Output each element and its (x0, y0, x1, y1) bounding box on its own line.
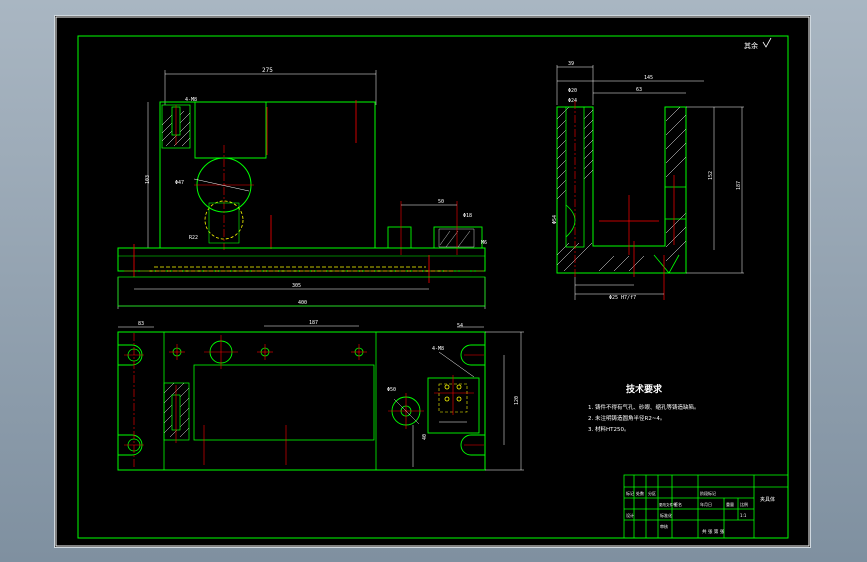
tb-label-zone: 分区 (648, 490, 656, 496)
tb-label-scale: 比例 (740, 501, 748, 507)
dim-plan-w: 54 (457, 323, 463, 329)
dim-front-step: 50 (438, 199, 444, 205)
dim-plan-d: Φ50 (387, 387, 396, 393)
dim-plan-mid: 187 (309, 320, 318, 326)
tb-label-count: 处数 (636, 490, 644, 496)
dim-front-top: 275 (262, 67, 273, 74)
dim-side-h1: 152 (708, 171, 714, 180)
dim-front-bottom-mid: 305 (292, 283, 301, 289)
dim-front-r: R22 (189, 235, 198, 241)
inner-frame (77, 35, 789, 539)
tb-label-mark: 标记 (626, 490, 634, 496)
dim-front-bottom-total: 400 (298, 300, 307, 306)
dim-plan-r: 4-M8 (432, 346, 444, 352)
dim-side-top2: 145 (644, 75, 653, 81)
dim-front-small: Φ18 (463, 213, 472, 219)
front-view: 275 4-M8 Φ47 R22 103 50 Φ18 M6 305 400 (117, 67, 487, 309)
tb-scale-value: 1:1 (740, 513, 747, 518)
tech-req-item-1: 1. 铸件不得有气孔、砂眼、缩孔等铸造缺陷。 (588, 403, 700, 411)
outer-frame (55, 16, 810, 547)
tech-req-item-2: 2. 未注明铸造圆角半径R2~4。 (588, 414, 665, 422)
tb-label-date: 年月日 (700, 501, 712, 507)
dim-front-m: M6 (481, 240, 487, 246)
tb-label-stage: 阶段标记 (700, 490, 716, 496)
title-block-name: 夹具体 (760, 496, 775, 503)
dim-side-bottom: Φ25 H7/f7 (609, 295, 636, 301)
dim-front-hole: 4-M8 (185, 97, 197, 103)
tb-label-design: 设计 (626, 512, 634, 518)
dim-front-dia: Φ47 (175, 180, 184, 186)
tb-label-sheets: 共 张 第 张 (702, 528, 725, 535)
tech-requirements: 技术要求 1. 铸件不得有气孔、砂眼、缩孔等铸造缺陷。 2. 未注明铸造圆角半径… (588, 383, 700, 433)
engineering-drawing: 其余 275 4-M8 Φ47 R22 103 50 Φ18 M6 305 40… (55, 16, 810, 547)
dim-side-h2: 187 (736, 181, 742, 190)
tb-label-review: 审核 (660, 523, 668, 529)
dim-side-20: Φ20 (568, 88, 577, 94)
drawing-sheet: 其余 275 4-M8 Φ47 R22 103 50 Φ18 M6 305 40… (54, 15, 811, 548)
tb-label-weight: 重量 (726, 501, 734, 507)
plan-view: 83 187 Φ50 4-M8 120 54 40 (117, 320, 524, 471)
dim-plan-left: 83 (138, 321, 144, 327)
dim-side-24: Φ24 (568, 98, 577, 104)
roughness-symbol-icon (762, 37, 772, 48)
tech-req-item-3: 3. 材料HT250。 (588, 425, 630, 433)
dim-side-top: 39 (568, 61, 574, 67)
tb-label-sign: 签名 (674, 501, 682, 507)
roughness-note: 其余 (744, 41, 758, 50)
tech-req-title: 技术要求 (626, 383, 663, 395)
dim-side-63: 63 (636, 87, 642, 93)
dim-front-left-h: 103 (145, 175, 151, 184)
title-block-text: 夹具体 标记 处数 分区 更改文件号 签名 年月日 设计 标准化 阶段标记 重量… (626, 490, 775, 535)
dim-side-d: Φ54 (552, 215, 558, 224)
dim-plan-h: 120 (514, 396, 520, 405)
tb-label-std: 标准化 (660, 512, 672, 518)
side-view: 39 145 63 Φ20 Φ24 Φ54 Φ25 H7/f7 152 187 (552, 61, 744, 301)
dim-plan-side: 40 (422, 434, 428, 440)
